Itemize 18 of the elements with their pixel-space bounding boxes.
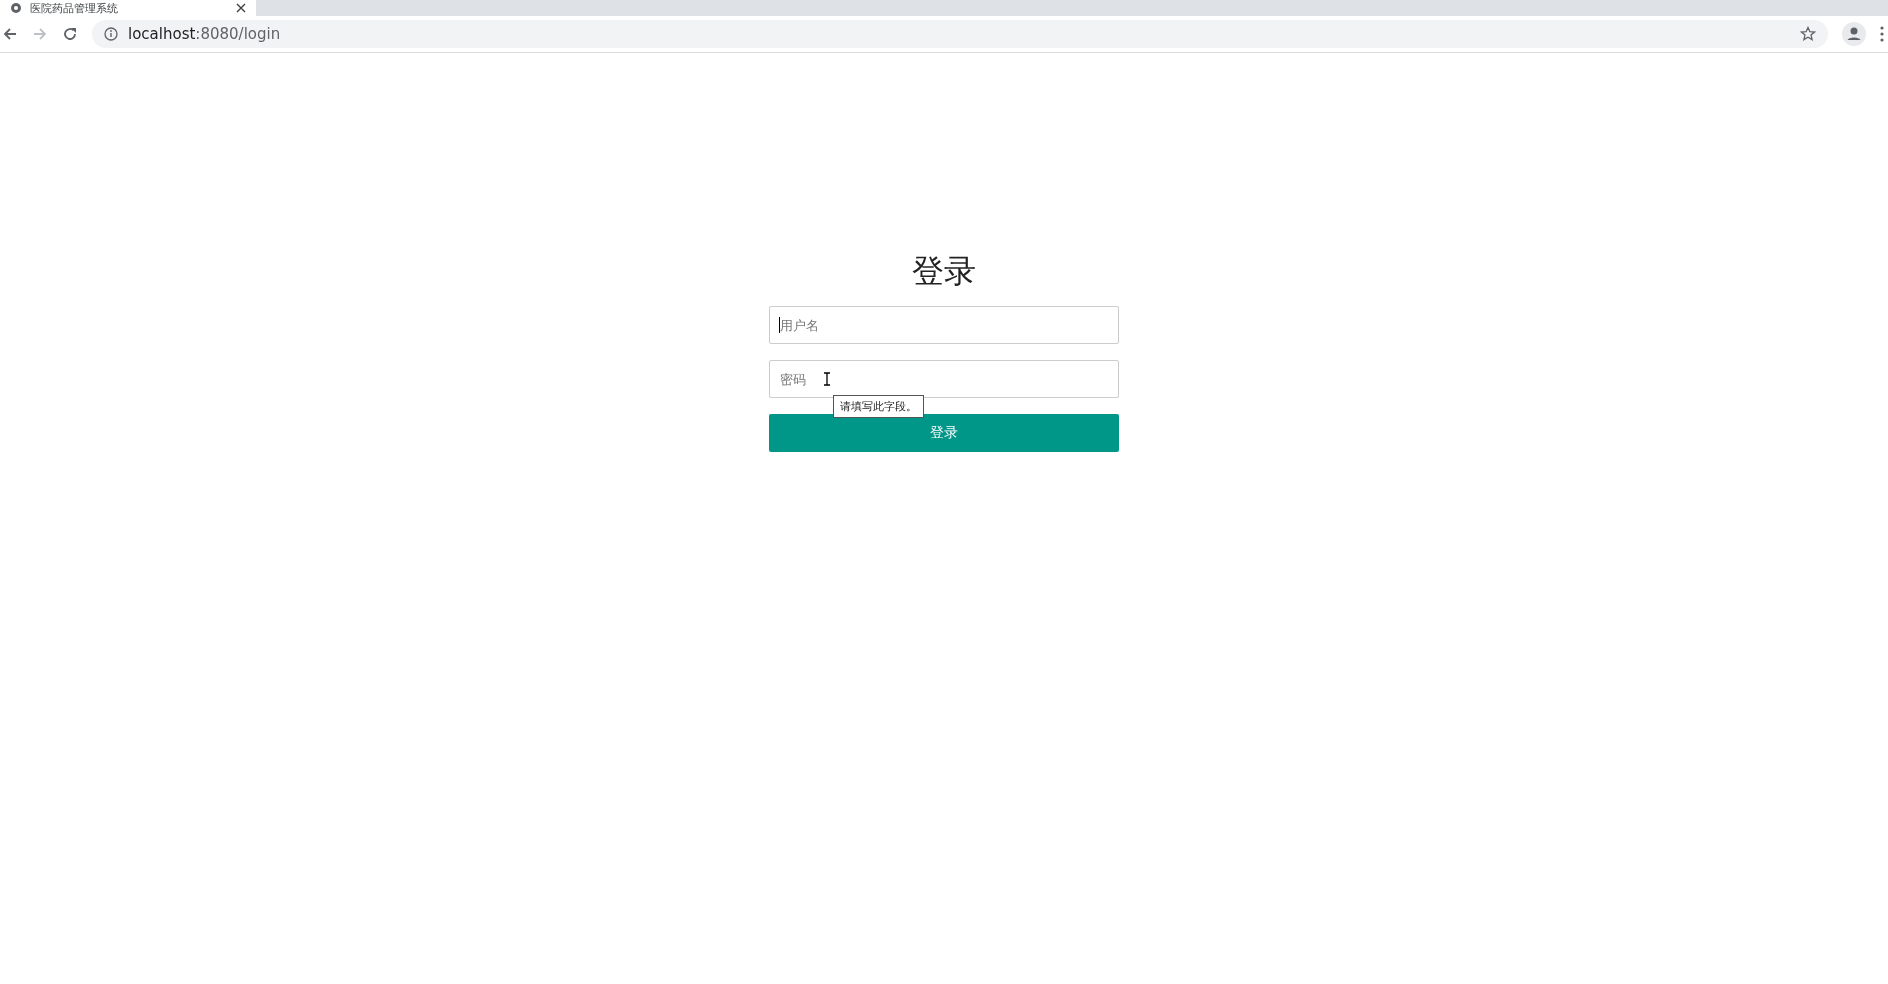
login-button[interactable]: 登录 [769,414,1119,452]
password-field[interactable]: 密码 [769,360,1119,398]
address-bar[interactable]: localhost:8080/login [92,20,1828,48]
login-title: 登录 [911,251,977,292]
menu-icon[interactable] [1880,26,1884,42]
url-text: localhost:8080/login [128,25,282,43]
profile-icon[interactable] [1842,22,1866,46]
tab-title: 医院药品管理系统 [30,0,119,16]
info-icon [104,27,118,41]
close-icon[interactable] [236,3,246,13]
text-cursor-icon [823,372,831,386]
back-icon[interactable] [2,26,18,42]
star-icon[interactable] [1800,26,1816,42]
text-caret-icon [779,317,780,333]
reload-icon[interactable] [62,26,78,42]
username-field[interactable]: 用户名 [769,306,1119,344]
validation-tooltip: 请填写此字段。 [833,395,924,418]
browser-tab[interactable]: 医院药品管理系统 [0,0,256,16]
